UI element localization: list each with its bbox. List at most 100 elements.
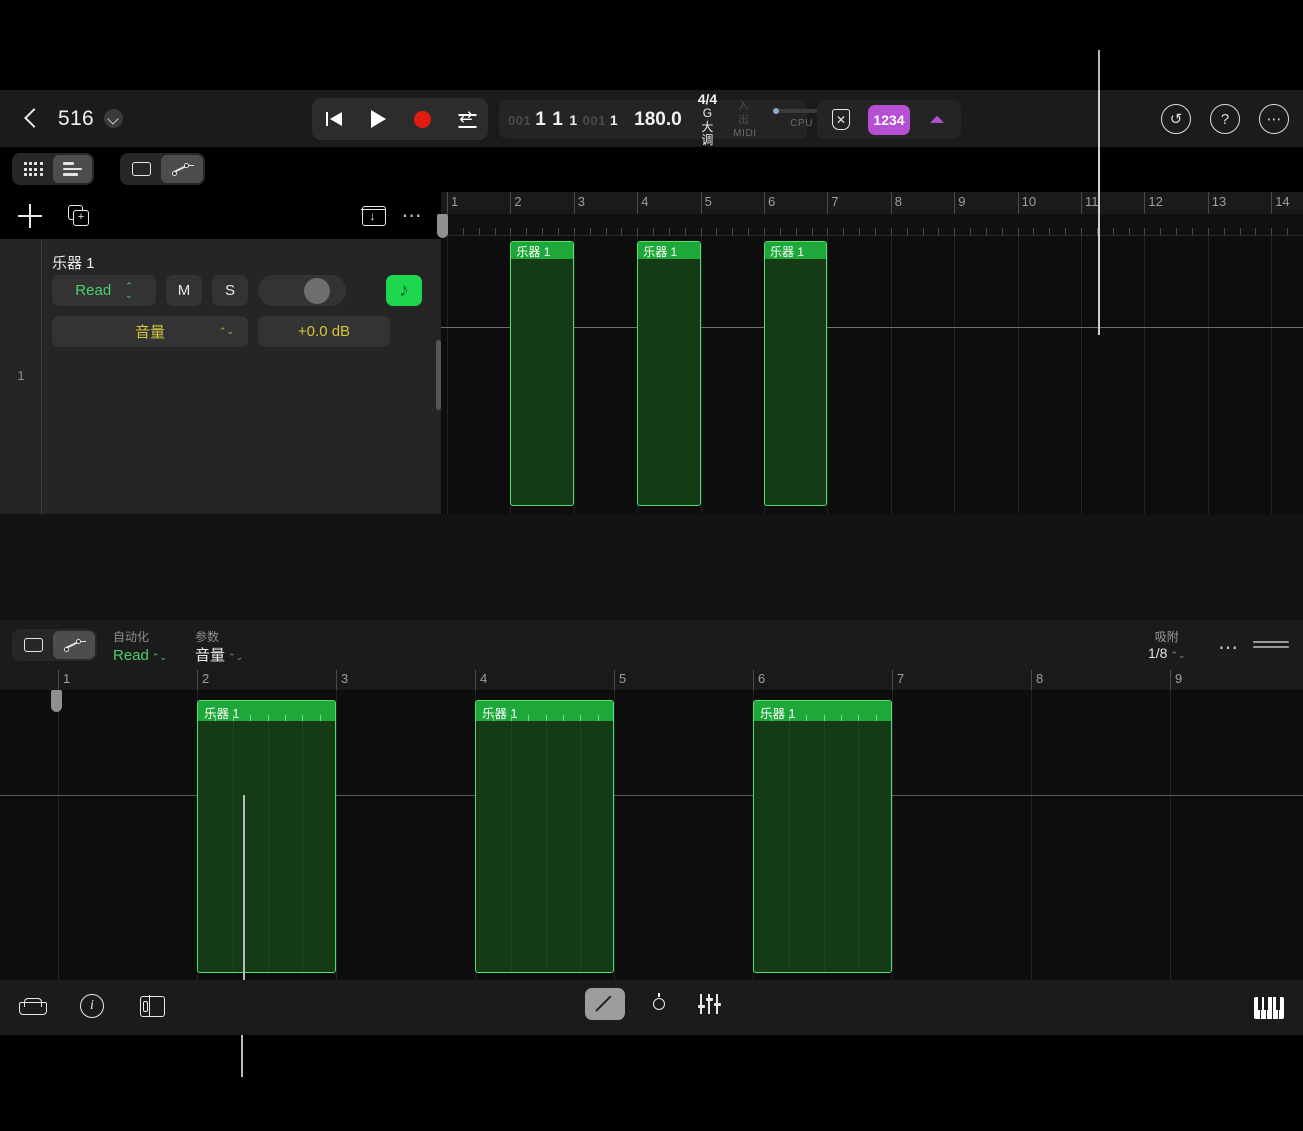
view-mode-segment (12, 153, 94, 185)
subruler-tick (494, 228, 496, 235)
top-right-buttons: ↺ ? ⋯ (1161, 104, 1289, 134)
library-box-icon (19, 997, 47, 1015)
metronome-button[interactable]: ⏶ (918, 105, 956, 135)
pencil-tool-button[interactable] (585, 988, 625, 1020)
subruler-tick (1049, 228, 1051, 235)
project-menu-chevron-down-icon[interactable] (103, 109, 123, 128)
garageband-app-window: 516 001 1 1 1 001 1 180.0 4/4 G 大调 入出 (0, 0, 1303, 1131)
editor-snap-caption: 吸附 (1154, 630, 1179, 644)
ruler-bar-number: 9 (958, 194, 966, 209)
automation-editor[interactable]: 1 2 3 4 5 6 7 8 9 乐器 1 乐器 1 乐器 1 (0, 670, 1303, 980)
automation-mode-dropdown[interactable]: Read ⌃ ⌄ (52, 275, 156, 306)
arrange-cursor-line (1098, 50, 1100, 335)
play-button[interactable] (361, 104, 395, 134)
editor-ruler-bar-number: 4 (480, 671, 488, 686)
volume-slider-knob[interactable] (304, 277, 330, 304)
import-button[interactable] (360, 205, 386, 226)
editor-ruler-bar-number: 7 (897, 671, 905, 686)
lcd-pos-tick: 1 (609, 111, 619, 128)
vertical-scrollbar[interactable] (436, 340, 441, 410)
record-button[interactable] (405, 104, 439, 134)
parameter-value-field[interactable]: +0.0 dB (258, 316, 390, 347)
playhead-handle[interactable] (437, 214, 448, 238)
keyboard-button[interactable] (1253, 992, 1285, 1024)
cycle-button[interactable] (449, 104, 483, 134)
empty-left-panel (0, 514, 441, 620)
parameter-chevron-up-down-icon: ⌃⌄ (218, 326, 234, 336)
editor-region[interactable]: 乐器 1 (753, 700, 892, 973)
automation-edit-button[interactable] (161, 155, 203, 183)
duplicate-track-button[interactable]: + (68, 204, 90, 227)
editor-region-mode-button[interactable] (14, 631, 53, 659)
subruler-tick (985, 228, 987, 235)
subruler-tick (1112, 228, 1114, 235)
region-edit-button[interactable] (122, 155, 161, 183)
lane-gridline (1017, 236, 1019, 514)
arrange-track-lane[interactable]: 乐器 1 乐器 1 乐器 1 (441, 236, 1303, 514)
mixer-button[interactable] (693, 988, 725, 1020)
editor-region-name: 乐器 1 (204, 707, 240, 721)
help-button[interactable]: ? (1210, 104, 1240, 134)
editor-ruler[interactable]: 1 2 3 4 5 6 7 8 9 (0, 670, 1303, 690)
edit-mode-segment (120, 153, 205, 185)
arrange-ruler[interactable]: 1 2 3 4 5 6 7 8 9 10 11 12 13 14 (441, 192, 1303, 214)
mute-button[interactable]: M (166, 275, 202, 306)
editor-more-button[interactable]: ⋯ (1218, 635, 1240, 660)
editor-snap-control[interactable]: 吸附 1/8 ⌃⌄ (1148, 630, 1186, 663)
instrument-icon-button[interactable]: ♪ (386, 275, 422, 306)
lcd-tempo[interactable]: 180.0 (634, 109, 682, 131)
automation-mode-value: Read (75, 282, 112, 299)
subruler-tick (668, 228, 670, 235)
editor-automation-mode[interactable]: 自动化 Read ⌃⌄ (113, 630, 167, 665)
record-icon (413, 110, 431, 128)
editor-parameter[interactable]: 参数 音量 ⌃⌄ (195, 630, 243, 665)
chevron-up-down-icon: ⌃⌄ (125, 280, 133, 300)
editor-resize-handle[interactable] (1253, 641, 1289, 649)
editor-lane-gridline (58, 690, 59, 980)
region-inner-gridline (545, 721, 547, 972)
track-header[interactable]: 乐器 1 Read ⌃ ⌄ M S ♪ 音量 ⌃⌄ +0.0 dB (42, 239, 441, 514)
add-track-button[interactable] (18, 203, 42, 228)
panel-button[interactable] (136, 990, 168, 1022)
lcd-display[interactable]: 001 1 1 1 001 1 180.0 4/4 G 大调 入出 MIDI C… (499, 91, 831, 147)
undo-button[interactable]: ↺ (1161, 104, 1191, 134)
editor-region-name: 乐器 1 (482, 707, 518, 721)
subruler-tick (621, 228, 623, 235)
arrange-region[interactable]: 乐器 1 (637, 241, 701, 506)
region-inner-gridline (232, 721, 234, 972)
empty-right-panel (441, 514, 1303, 620)
subruler-tick (922, 228, 924, 235)
more-options-button[interactable]: ⋯ (1259, 104, 1289, 134)
rectangle-icon (132, 162, 151, 176)
tracks-view-button[interactable] (52, 155, 92, 183)
editor-region[interactable]: 乐器 1 (475, 700, 614, 973)
editor-lane-gridline (1031, 690, 1032, 980)
editor-region[interactable]: 乐器 1 (197, 700, 336, 973)
rewind-button[interactable] (317, 104, 351, 134)
info-button[interactable]: i (76, 990, 108, 1022)
editor-mode-segment (12, 629, 97, 661)
browser-view-button[interactable] (14, 155, 53, 183)
arrange-region[interactable]: 乐器 1 (764, 241, 828, 506)
arrange-area[interactable]: 1 2 3 4 5 6 7 8 9 10 11 12 13 14 乐器 1 乐器 1 乐器 1 (441, 192, 1303, 514)
disable-button[interactable]: ✕ (822, 105, 860, 135)
lcd-position[interactable]: 001 1 1 1 001 1 (499, 109, 618, 131)
solo-button[interactable]: S (212, 275, 248, 306)
brightness-button[interactable] (643, 988, 675, 1020)
volume-slider[interactable] (258, 275, 346, 306)
parameter-dropdown[interactable]: 音量 ⌃⌄ (52, 316, 248, 347)
editor-automation-mode-button[interactable] (53, 631, 95, 659)
subruler-tick (732, 228, 734, 235)
lcd-signature-key[interactable]: 4/4 G 大调 (698, 91, 717, 148)
back-button[interactable] (18, 106, 44, 132)
library-button[interactable] (16, 990, 48, 1022)
subruler-tick (938, 228, 940, 235)
track-panel-more-button[interactable]: ⋯ (402, 203, 424, 228)
arrange-subruler[interactable] (441, 214, 1303, 236)
count-in-button[interactable]: 1234 (868, 104, 910, 135)
region-subdivision-tick (250, 715, 252, 721)
editor-playhead-handle[interactable] (51, 690, 62, 712)
region-subdivision-tick (319, 715, 321, 721)
arrange-region[interactable]: 乐器 1 (510, 241, 574, 506)
editor-lane[interactable]: 乐器 1 乐器 1 乐器 1 (0, 690, 1303, 980)
